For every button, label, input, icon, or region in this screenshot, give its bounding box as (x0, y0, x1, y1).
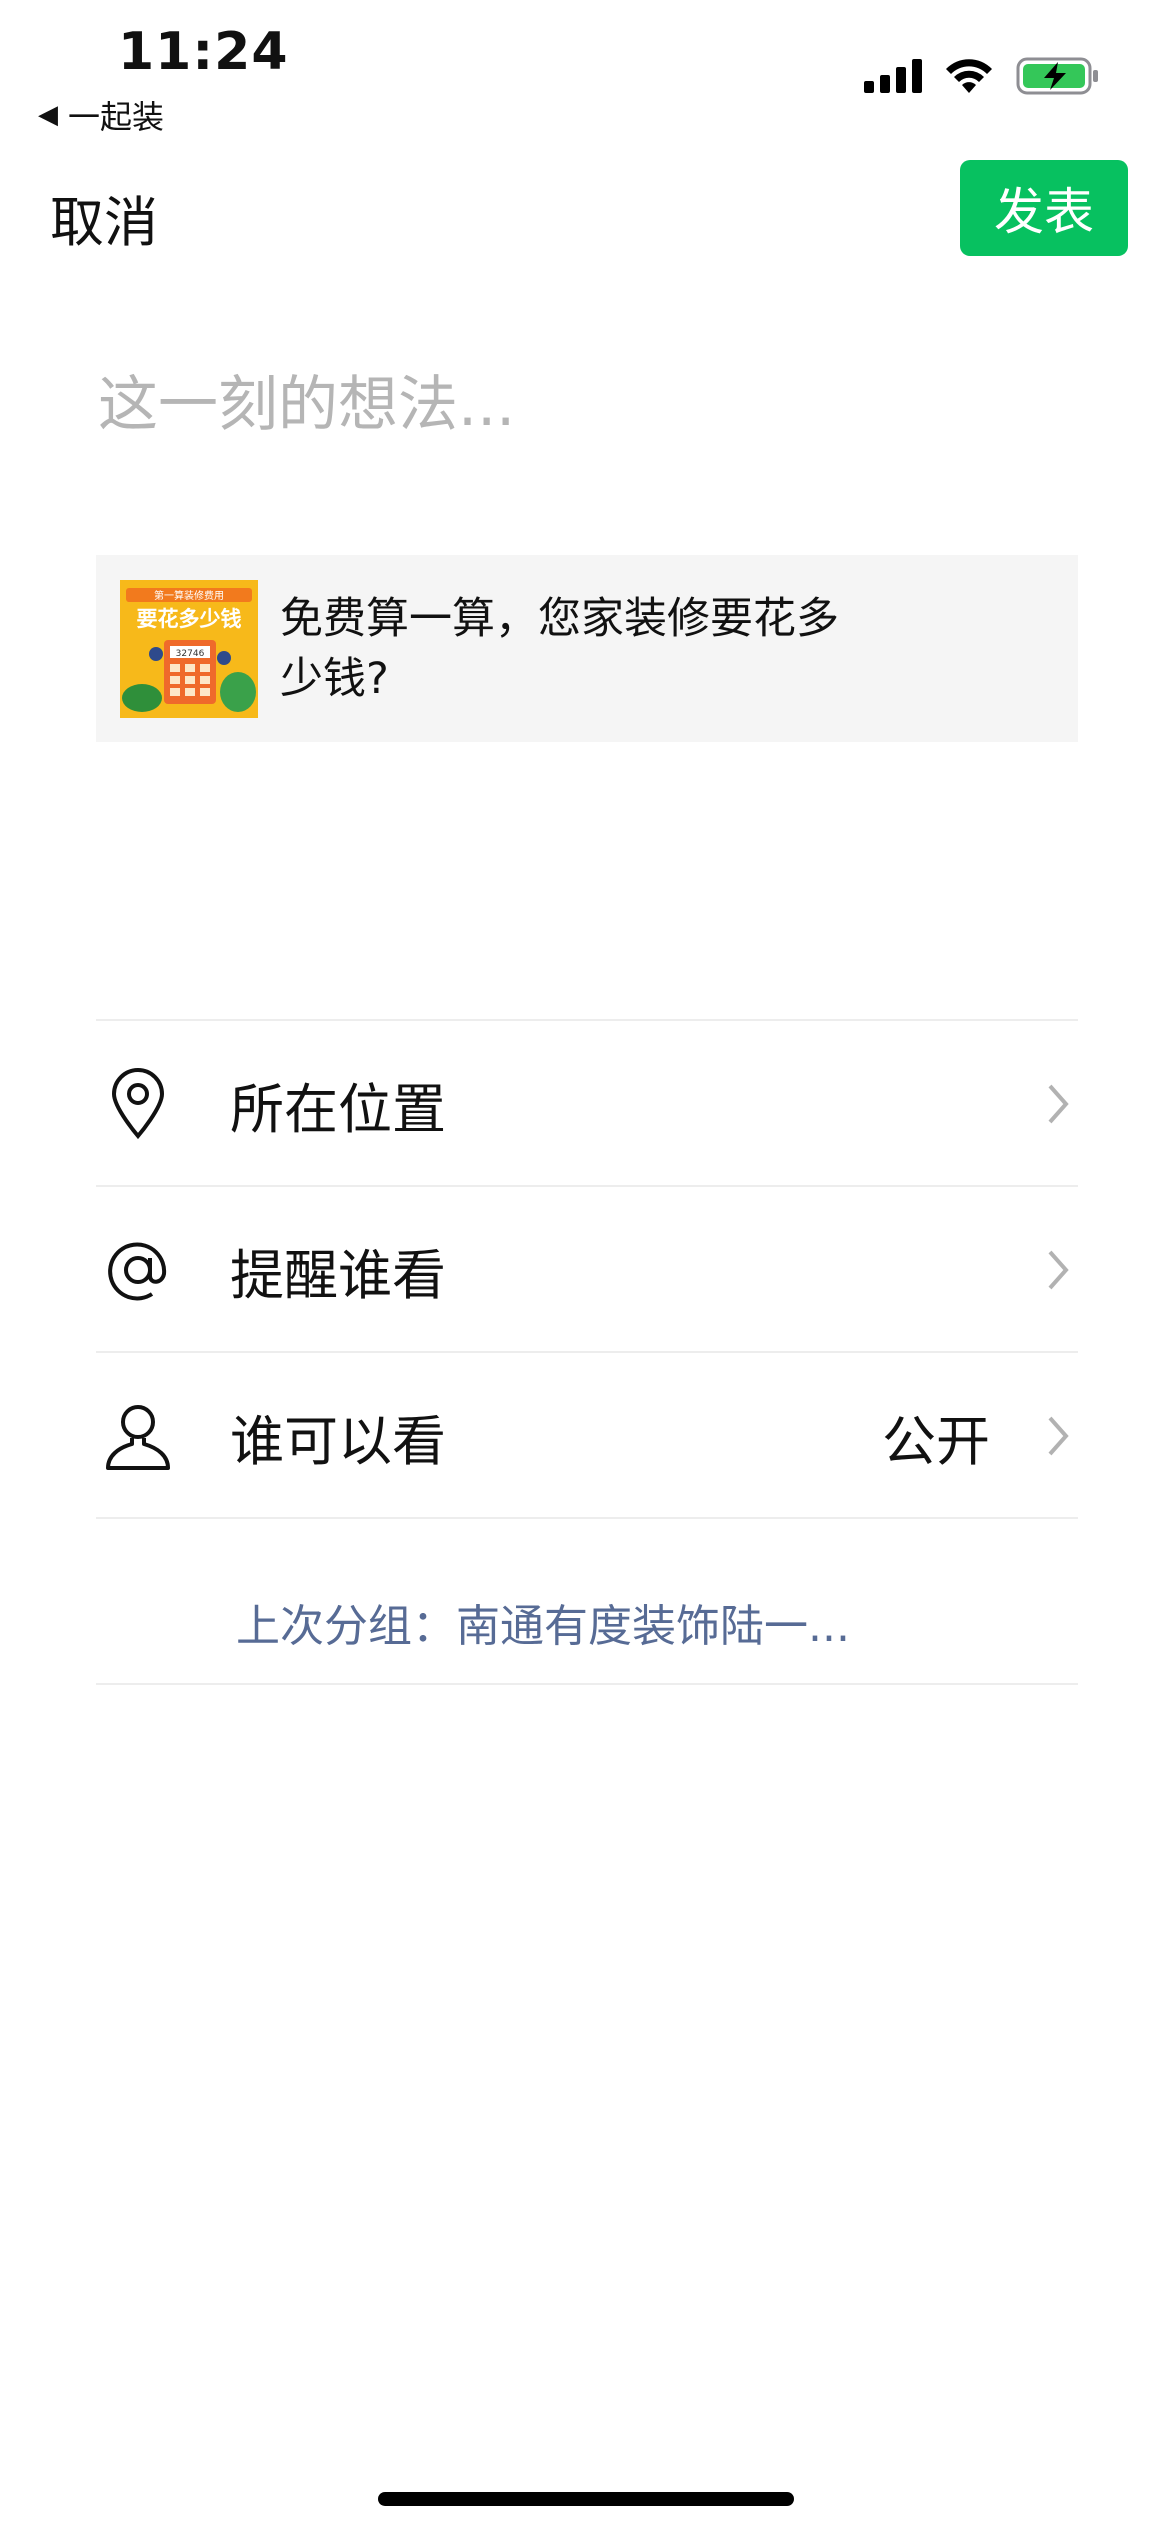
divider (96, 1683, 1078, 1685)
person-icon (96, 1394, 180, 1478)
at-sign-icon (96, 1228, 180, 1312)
chevron-right-icon (1038, 1240, 1078, 1300)
back-app-label: 一起装 (68, 98, 165, 136)
option-location[interactable]: 所在位置 (96, 1020, 1078, 1188)
cellular-signal-icon (864, 59, 922, 93)
status-time: 11:24 (118, 22, 289, 82)
publish-button[interactable]: 发表 (960, 160, 1128, 256)
back-triangle-icon: ◀ (38, 100, 58, 130)
option-label: 所在位置 (230, 1077, 446, 1141)
cancel-button[interactable]: 取消 (50, 178, 158, 257)
moments-compose-screen: 11:24 ◀ 一起装 取消 发表 这一刻的想法... 第一算装修费用 要花多少… (0, 0, 1170, 2532)
thumb-banner-text: 第一算装修费用 (154, 589, 224, 602)
chevron-right-icon (1038, 1406, 1078, 1466)
option-label: 谁可以看 (230, 1409, 446, 1473)
link-card-title: 免费算一算，您家装修要花多少钱? (280, 593, 839, 704)
thought-input[interactable]: 这一刻的想法... (98, 356, 515, 443)
last-group-link[interactable]: 上次分组：南通有度装饰陆一... (236, 1590, 850, 1654)
thumb-number-text: 32746 (176, 649, 205, 659)
battery-charging-icon (1016, 57, 1098, 95)
chevron-right-icon (1038, 1074, 1078, 1134)
divider (96, 1517, 1078, 1519)
back-to-app-link[interactable]: ◀ 一起装 (38, 92, 164, 138)
option-visibility[interactable]: 谁可以看 公开 (96, 1352, 1078, 1520)
home-indicator[interactable] (378, 2492, 794, 2506)
location-pin-icon (96, 1062, 180, 1146)
status-icons (864, 56, 1100, 96)
link-thumbnail: 第一算装修费用 要花多少钱 32746 (120, 579, 258, 718)
thumb-heading-text: 要花多少钱 (137, 607, 242, 631)
option-label: 提醒谁看 (230, 1243, 446, 1307)
option-remind[interactable]: 提醒谁看 (96, 1186, 1078, 1354)
visibility-value: 公开 (882, 1409, 990, 1473)
shared-link-card[interactable]: 第一算装修费用 要花多少钱 32746 免费算一算，您家装修要花多少钱? (96, 555, 1078, 742)
wifi-icon (946, 59, 992, 93)
